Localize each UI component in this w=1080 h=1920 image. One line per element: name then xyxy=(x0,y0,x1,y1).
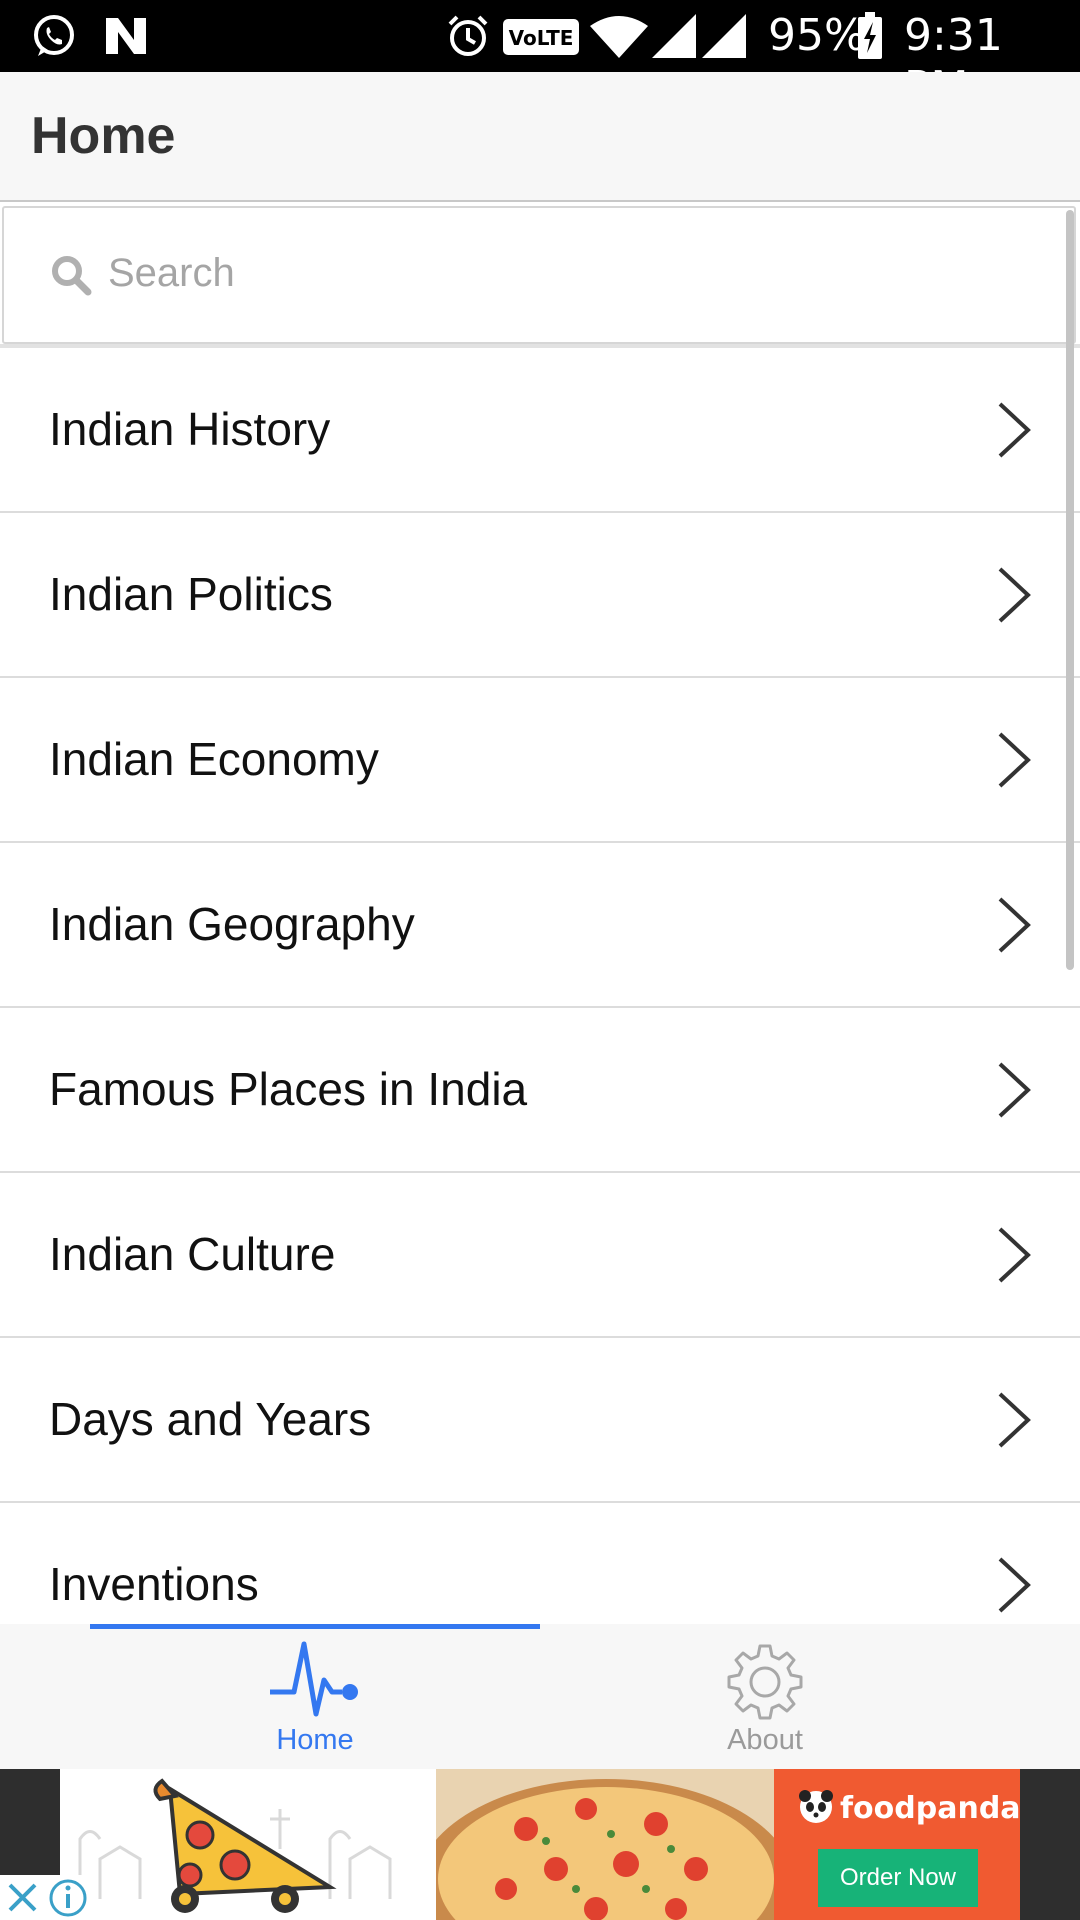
list-item[interactable]: Indian Geography xyxy=(0,843,1080,1008)
chevron-right-icon xyxy=(998,732,1031,788)
close-icon xyxy=(8,1883,37,1912)
battery-percent: 95% xyxy=(768,10,866,61)
ad-close-button[interactable] xyxy=(0,1875,45,1920)
battery-charging-icon xyxy=(858,12,882,59)
app-header: Home xyxy=(0,72,1080,202)
gear-icon xyxy=(727,1644,803,1720)
chevron-right-icon xyxy=(998,567,1031,623)
wifi-icon xyxy=(590,16,648,58)
scrollbar[interactable] xyxy=(1066,210,1074,970)
alarm-icon xyxy=(448,15,488,56)
info-icon xyxy=(49,1879,87,1917)
bottom-tab-bar: Home About xyxy=(0,1624,1080,1769)
list-item[interactable]: Inventions xyxy=(0,1503,1080,1624)
list-item[interactable]: Famous Places in India xyxy=(0,1008,1080,1173)
list-item[interactable]: Indian Politics xyxy=(0,513,1080,678)
signal-icon xyxy=(652,14,696,58)
order-now-button[interactable]: Order Now xyxy=(818,1849,978,1907)
list-item-label: Famous Places in India xyxy=(49,1063,528,1115)
category-list: Indian History Indian Politics Indian Ec… xyxy=(0,348,1080,1624)
pizza-image xyxy=(416,1779,796,1920)
list-item-label: Days and Years xyxy=(49,1393,372,1445)
tab-about-label: About xyxy=(727,1724,803,1756)
search-box[interactable] xyxy=(2,206,1076,344)
search-icon xyxy=(52,256,92,296)
list-item-label: Indian Economy xyxy=(49,733,379,785)
list-item[interactable]: Indian History xyxy=(0,348,1080,513)
signal-icon-2 xyxy=(702,14,746,58)
pizza-cart-illustration xyxy=(78,1778,392,1913)
volte-icon: VoLTE xyxy=(503,19,579,55)
ad-brand-panel: foodpanda Order Now xyxy=(774,1769,1021,1920)
ad-pizza-photo xyxy=(416,1769,796,1920)
list-item[interactable]: Indian Culture xyxy=(0,1173,1080,1338)
chevron-right-icon xyxy=(998,897,1031,953)
chevron-right-icon xyxy=(998,1392,1031,1448)
chevron-right-icon xyxy=(998,1557,1031,1613)
chevron-right-icon xyxy=(998,1227,1031,1283)
ad-illustration xyxy=(60,1769,436,1920)
list-item[interactable]: Days and Years xyxy=(0,1338,1080,1503)
chevron-right-icon xyxy=(998,1062,1031,1118)
svg-text:VoLTE: VoLTE xyxy=(509,26,574,50)
ad-banner[interactable]: foodpanda Order Now xyxy=(0,1769,1080,1920)
app-screen: VoLTE 95% 9:31 PM Home xyxy=(0,0,1080,1920)
ad-brand-name: foodpanda xyxy=(840,1791,1021,1826)
list-item-label: Indian Geography xyxy=(49,898,415,950)
list-item-label: Indian Culture xyxy=(49,1228,336,1280)
list-item-label: Indian History xyxy=(49,403,331,455)
page-title: Home xyxy=(31,107,176,165)
n-notification-icon xyxy=(106,18,146,54)
search-input[interactable] xyxy=(108,238,1008,308)
chevron-right-icon xyxy=(998,402,1031,458)
ad-info-button[interactable] xyxy=(45,1875,92,1920)
panda-icon xyxy=(799,1790,833,1823)
tab-about[interactable]: About xyxy=(495,1624,1035,1769)
pulse-icon xyxy=(270,1641,358,1717)
list-item[interactable]: Indian Economy xyxy=(0,678,1080,843)
status-bar: VoLTE 95% 9:31 PM xyxy=(0,0,1080,113)
search-bar xyxy=(0,204,1080,348)
list-item-label: Indian Politics xyxy=(49,568,333,620)
list-item-label: Inventions xyxy=(49,1558,259,1610)
whatsapp-icon xyxy=(34,15,74,56)
